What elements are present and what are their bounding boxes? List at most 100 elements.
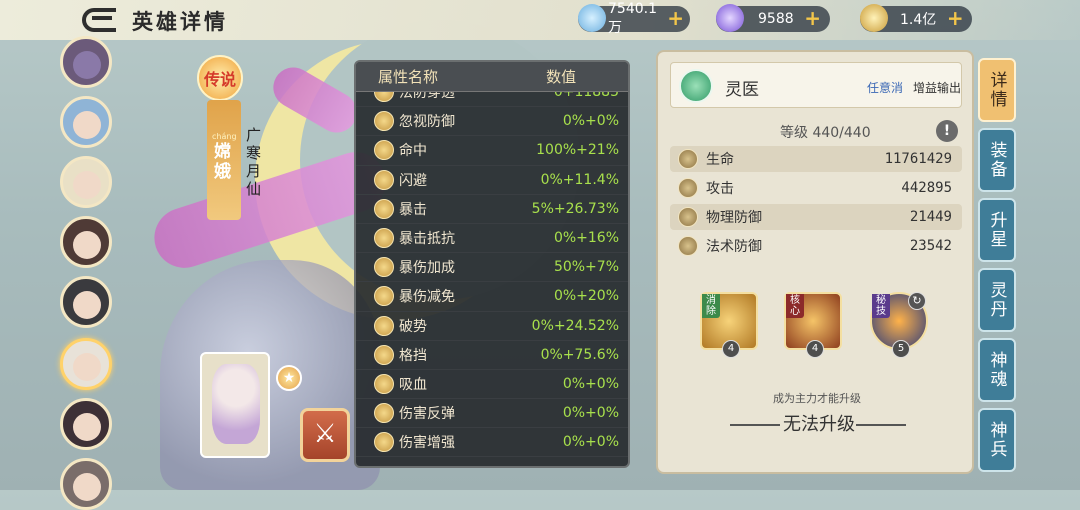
info-warning-icon[interactable]: ! [936, 120, 958, 142]
attribute-value: 0%+20% [553, 288, 619, 305]
attribute-name: 格挡 [399, 347, 427, 364]
rarity-badge: 传说 [197, 55, 243, 101]
class-tag-link[interactable]: 任意消 [867, 79, 903, 96]
attribute-row: 吸血 0%+0% [356, 370, 628, 400]
hero-avatar[interactable] [60, 156, 112, 208]
attribute-row: 格挡 0%+75.6% [356, 341, 628, 370]
upgrade-hint: 成为主力才能升级 [773, 392, 861, 405]
stat-value: 442895 [901, 180, 952, 196]
tab-star-up[interactable]: 升星 [978, 198, 1016, 262]
star-badge-icon[interactable]: ★ [276, 365, 302, 391]
hero-name-pinyin: cháng [212, 132, 237, 141]
attribute-row: 命中 100%+21% [356, 136, 628, 166]
add-silver-button[interactable]: + [667, 8, 684, 28]
hero-title: 广寒月仙 [246, 126, 262, 198]
hero-avatar-selected[interactable] [60, 338, 112, 390]
hero-avatar[interactable] [60, 96, 112, 148]
attribute-name: 忽视防御 [399, 114, 455, 131]
attribute-icon [374, 111, 394, 132]
attribute-header: 属性名称 数值 [356, 62, 628, 92]
add-gem-button[interactable]: + [804, 8, 822, 28]
stat-name: 生命 [706, 152, 734, 168]
hero-avatar[interactable] [60, 276, 112, 328]
attribute-header-name: 属性名称 [378, 68, 439, 86]
class-box: 灵医 任意消 增益输出 [670, 62, 962, 108]
skill-tag: 消除 [702, 294, 720, 318]
skill-core[interactable]: 核心 4 [784, 292, 842, 358]
skill-eliminate[interactable]: 消除 4 [700, 292, 758, 358]
hero-avatar[interactable] [60, 36, 112, 88]
attribute-row: 闪避 0%+11.4% [356, 166, 628, 195]
attribute-header-value: 数值 [546, 68, 577, 86]
detail-panel: 灵医 任意消 增益输出 等级 440/440 ! 生命 11761429 攻击 … [656, 50, 974, 474]
attribute-row: 暴击抵抗 0%+16% [356, 224, 628, 254]
attribute-name: 暴伤加成 [399, 260, 455, 277]
attribute-name: 破势 [399, 318, 427, 335]
attribute-name: 伤害增强 [399, 435, 455, 452]
hero-list[interactable] [55, 36, 115, 510]
currency-silver-value: 7540.1万 [608, 1, 657, 36]
attribute-panel[interactable]: 属性名称 数值 法防穿透 0+11885 忽视防御 0%+0% 命中 100%+21%… [354, 60, 630, 468]
back-icon[interactable] [82, 8, 116, 32]
stat-value: 11761429 [884, 151, 952, 167]
level-label: 等级 440/440 [780, 125, 871, 141]
tab-divine-weapon[interactable]: 神兵 [978, 408, 1016, 472]
attribute-row: 忽视防御 0%+0% [356, 107, 628, 137]
skill-tag: 秘技 [872, 294, 890, 318]
weapon-button[interactable]: ⚔ [300, 408, 350, 462]
attribute-value: 0%+16% [553, 230, 619, 247]
attribute-value: 0%+11.4% [540, 171, 619, 188]
stat-row-hp: 生命 11761429 [670, 146, 962, 172]
shield-icon [678, 207, 698, 227]
hero-card-preview[interactable] [200, 352, 270, 458]
skill-level: 4 [722, 340, 740, 358]
stats-box: 等级 440/440 ! 生命 11761429 攻击 442895 物理防御 … [670, 118, 962, 268]
hero-name: 嫦娥 [214, 142, 231, 182]
top-bar: 英雄详情 7540.1万 + 9588 + 1.4亿 + [0, 0, 1080, 40]
tab-elixir[interactable]: 灵丹 [978, 268, 1016, 332]
skill-level: 5 [892, 340, 910, 358]
attribute-name: 命中 [399, 143, 427, 160]
attribute-icon [374, 373, 394, 394]
attribute-name: 暴伤减免 [399, 289, 455, 306]
heart-icon [678, 149, 698, 169]
attribute-icon [374, 344, 394, 365]
tab-divine-soul[interactable]: 神魂 [978, 338, 1016, 402]
hero-avatar[interactable] [60, 398, 112, 450]
attribute-value: 0%+0% [562, 375, 619, 392]
attribute-icon [374, 169, 394, 190]
attribute-row: 伤害反弹 0%+0% [356, 399, 628, 429]
page-title: 英雄详情 [132, 10, 228, 34]
hero-chibi-image [212, 364, 260, 444]
attribute-list[interactable]: 法防穿透 0+11885 忽视防御 0%+0% 命中 100%+21% 闪避 0%+11… [356, 78, 628, 458]
attribute-value: 0%+0% [562, 434, 619, 451]
currency-gem-value: 9588 [758, 11, 794, 27]
currency-copper-value: 1.4亿 [900, 12, 937, 28]
attribute-value: 5%+26.73% [531, 200, 619, 217]
gem-icon [716, 4, 744, 32]
hero-avatar[interactable] [60, 216, 112, 268]
attribute-value: 0%+24.52% [531, 317, 619, 334]
sword-icon [678, 178, 698, 198]
copper-coin-icon [860, 4, 888, 32]
attribute-name: 伤害反弹 [399, 406, 455, 423]
stat-name: 物理防御 [706, 210, 762, 226]
divider [856, 424, 906, 426]
tab-equipment[interactable]: 装备 [978, 128, 1016, 192]
attribute-value: 0%+0% [562, 113, 619, 130]
refresh-icon[interactable]: ↻ [908, 292, 926, 310]
currency-gem: 9588 + [716, 4, 830, 32]
attribute-icon [374, 432, 394, 453]
silver-coin-icon [578, 4, 606, 32]
attribute-name: 吸血 [399, 376, 427, 393]
stat-name: 攻击 [706, 181, 734, 197]
attribute-icon [374, 315, 394, 336]
attribute-row: 伤害增强 0%+0% [356, 428, 628, 458]
attribute-row: 暴击 5%+26.73% [356, 195, 628, 224]
add-copper-button[interactable]: + [946, 8, 964, 28]
magic-shield-icon [678, 236, 698, 256]
hero-avatar[interactable] [60, 458, 112, 510]
tab-details[interactable]: 详情 [978, 58, 1016, 122]
healer-class-icon [679, 69, 713, 103]
attribute-value: 0%+0% [562, 405, 619, 422]
